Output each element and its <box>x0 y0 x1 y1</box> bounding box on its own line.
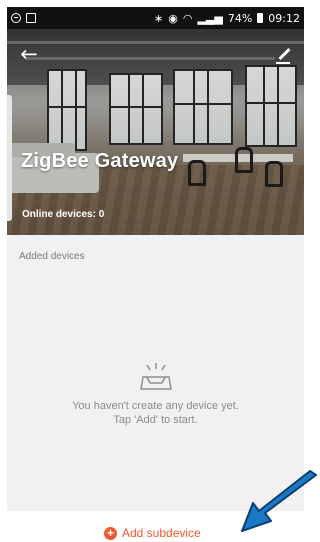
empty-line-1: You haven't create any device yet. <box>72 400 239 412</box>
bluetooth-icon: ∗ <box>154 11 164 25</box>
status-bar: ∗ ◉ ◠ ▂▃▅ 74% 09:12 <box>7 7 304 29</box>
plus-circle-icon: + <box>104 526 117 540</box>
clock: 09:12 <box>268 11 300 25</box>
section-label: Added devices <box>19 251 85 262</box>
edit-underline <box>276 62 290 64</box>
device-title: ZigBee Gateway <box>21 150 179 172</box>
battery-icon <box>257 13 264 23</box>
add-subdevice-label: Add subdevice <box>122 526 201 540</box>
signal-icon: ▂▃▅ <box>197 11 223 25</box>
minus-circle-icon <box>11 13 21 23</box>
annotation-arrow-icon <box>241 470 317 532</box>
edit-button[interactable] <box>274 45 294 65</box>
empty-state-message: You haven't create any device yet. Tap '… <box>7 399 304 427</box>
add-subdevice-button[interactable]: + Add subdevice <box>104 526 201 540</box>
device-detail-screen: ∗ ◉ ◠ ▂▃▅ 74% 09:12 ← ZigBee Gateway Onl… <box>0 0 318 542</box>
wifi-icon: ◠ <box>182 11 193 25</box>
pencil-icon <box>277 47 291 61</box>
status-left <box>11 13 36 23</box>
empty-tray-icon <box>140 363 172 390</box>
side-tab-handle[interactable] <box>7 95 12 221</box>
battery-percent: 74% <box>227 11 253 25</box>
status-right: ∗ ◉ ◠ ▂▃▅ 74% 09:12 <box>154 12 300 25</box>
empty-line-2: Tap 'Add' to start. <box>113 414 198 426</box>
back-button[interactable]: ← <box>18 43 40 65</box>
alarm-icon: ◉ <box>168 11 178 25</box>
header-banner: ← ZigBee Gateway Online devices: 0 <box>7 29 304 235</box>
online-devices-count: Online devices: 0 <box>22 209 105 220</box>
back-arrow-icon: ← <box>20 41 38 66</box>
checkbox-icon <box>26 13 36 23</box>
banner-overlay <box>7 29 304 235</box>
